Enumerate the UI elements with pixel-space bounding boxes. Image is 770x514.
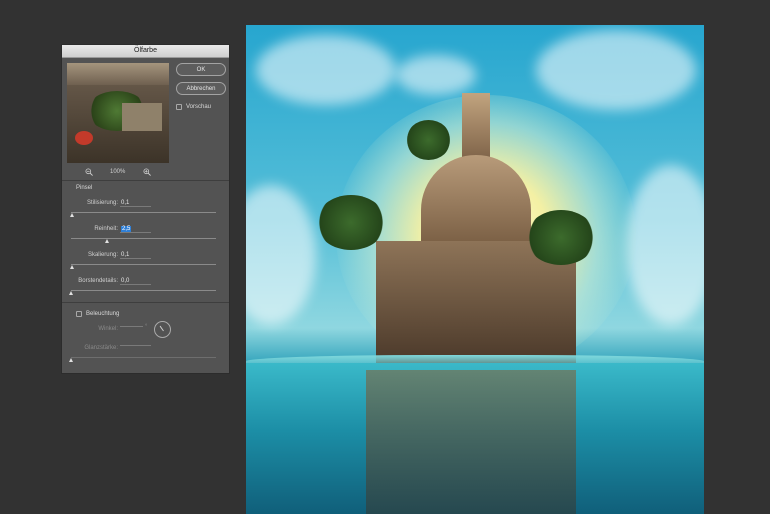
palm-tree: [316, 195, 386, 250]
lighting-checkbox[interactable]: [76, 311, 82, 317]
cleanliness-slider[interactable]: [71, 238, 216, 239]
stylization-label: Stilisierung:: [86, 200, 118, 206]
angle-unit: °: [145, 324, 148, 330]
zoom-out-icon[interactable]: [85, 168, 93, 176]
cloud: [536, 30, 696, 110]
zoom-level: 100%: [110, 169, 126, 175]
cleanliness-value-text: 2,5: [121, 226, 132, 232]
cloud: [626, 165, 704, 325]
preview-checkbox[interactable]: [176, 104, 182, 110]
scale-thumb[interactable]: [69, 265, 74, 269]
brush-section-title: Pinsel: [76, 185, 93, 191]
submerged-structure: [366, 370, 576, 514]
palm-tree: [526, 210, 596, 265]
document-canvas[interactable]: [246, 25, 704, 514]
preview-toggle[interactable]: Vorschau: [176, 104, 211, 110]
cleanliness-thumb[interactable]: [104, 239, 109, 243]
bristle-detail-label: Borstendetails:: [78, 278, 118, 284]
divider: [62, 302, 229, 303]
preview-flowers: [75, 131, 93, 145]
preview-label: Vorschau: [186, 104, 212, 110]
building-dome: [421, 155, 531, 245]
stylization-thumb[interactable]: [69, 213, 74, 217]
stylization-value[interactable]: 0,1: [120, 200, 151, 207]
lighting-section-title: Beleuchtung: [86, 311, 120, 317]
dialog-title: Ölfarbe: [62, 45, 229, 58]
preview-wall: [122, 103, 162, 131]
scale-label: Skalierung:: [87, 252, 118, 258]
ok-button[interactable]: OK: [176, 63, 226, 76]
oil-paint-dialog: Ölfarbe OK Abbrechen Vorschau 100% Pinse…: [61, 44, 230, 374]
gloss-slider[interactable]: [71, 357, 216, 358]
bristle-detail-slider[interactable]: [71, 290, 216, 291]
cancel-button[interactable]: Abbrechen: [176, 82, 226, 95]
gloss-thumb[interactable]: [68, 358, 73, 362]
preview-roof: [67, 63, 169, 85]
stylization-slider[interactable]: [71, 212, 216, 213]
scale-slider[interactable]: [71, 264, 216, 265]
palm-tree: [406, 120, 451, 160]
cloud: [396, 55, 476, 95]
cleanliness-label: Reinheit:: [94, 226, 118, 232]
angle-value[interactable]: [120, 326, 143, 327]
bristle-detail-thumb[interactable]: [68, 291, 73, 295]
filter-preview[interactable]: [67, 63, 169, 163]
cloud: [246, 185, 316, 325]
lighting-toggle[interactable]: Beleuchtung: [76, 311, 119, 317]
zoom-in-icon[interactable]: [143, 168, 151, 176]
cloud: [256, 35, 396, 105]
building-tower: [462, 93, 490, 163]
angle-dial[interactable]: [154, 321, 171, 338]
scale-value[interactable]: 0,1: [120, 252, 151, 259]
angle-label: Winkel:: [98, 326, 118, 332]
gloss-value[interactable]: [120, 345, 151, 346]
divider: [62, 180, 229, 181]
cleanliness-value[interactable]: 2,5: [120, 226, 151, 233]
angle-indicator: [159, 325, 164, 332]
gloss-label: Glanzstärke:: [84, 345, 118, 351]
bristle-detail-value[interactable]: 0,0: [120, 278, 151, 285]
